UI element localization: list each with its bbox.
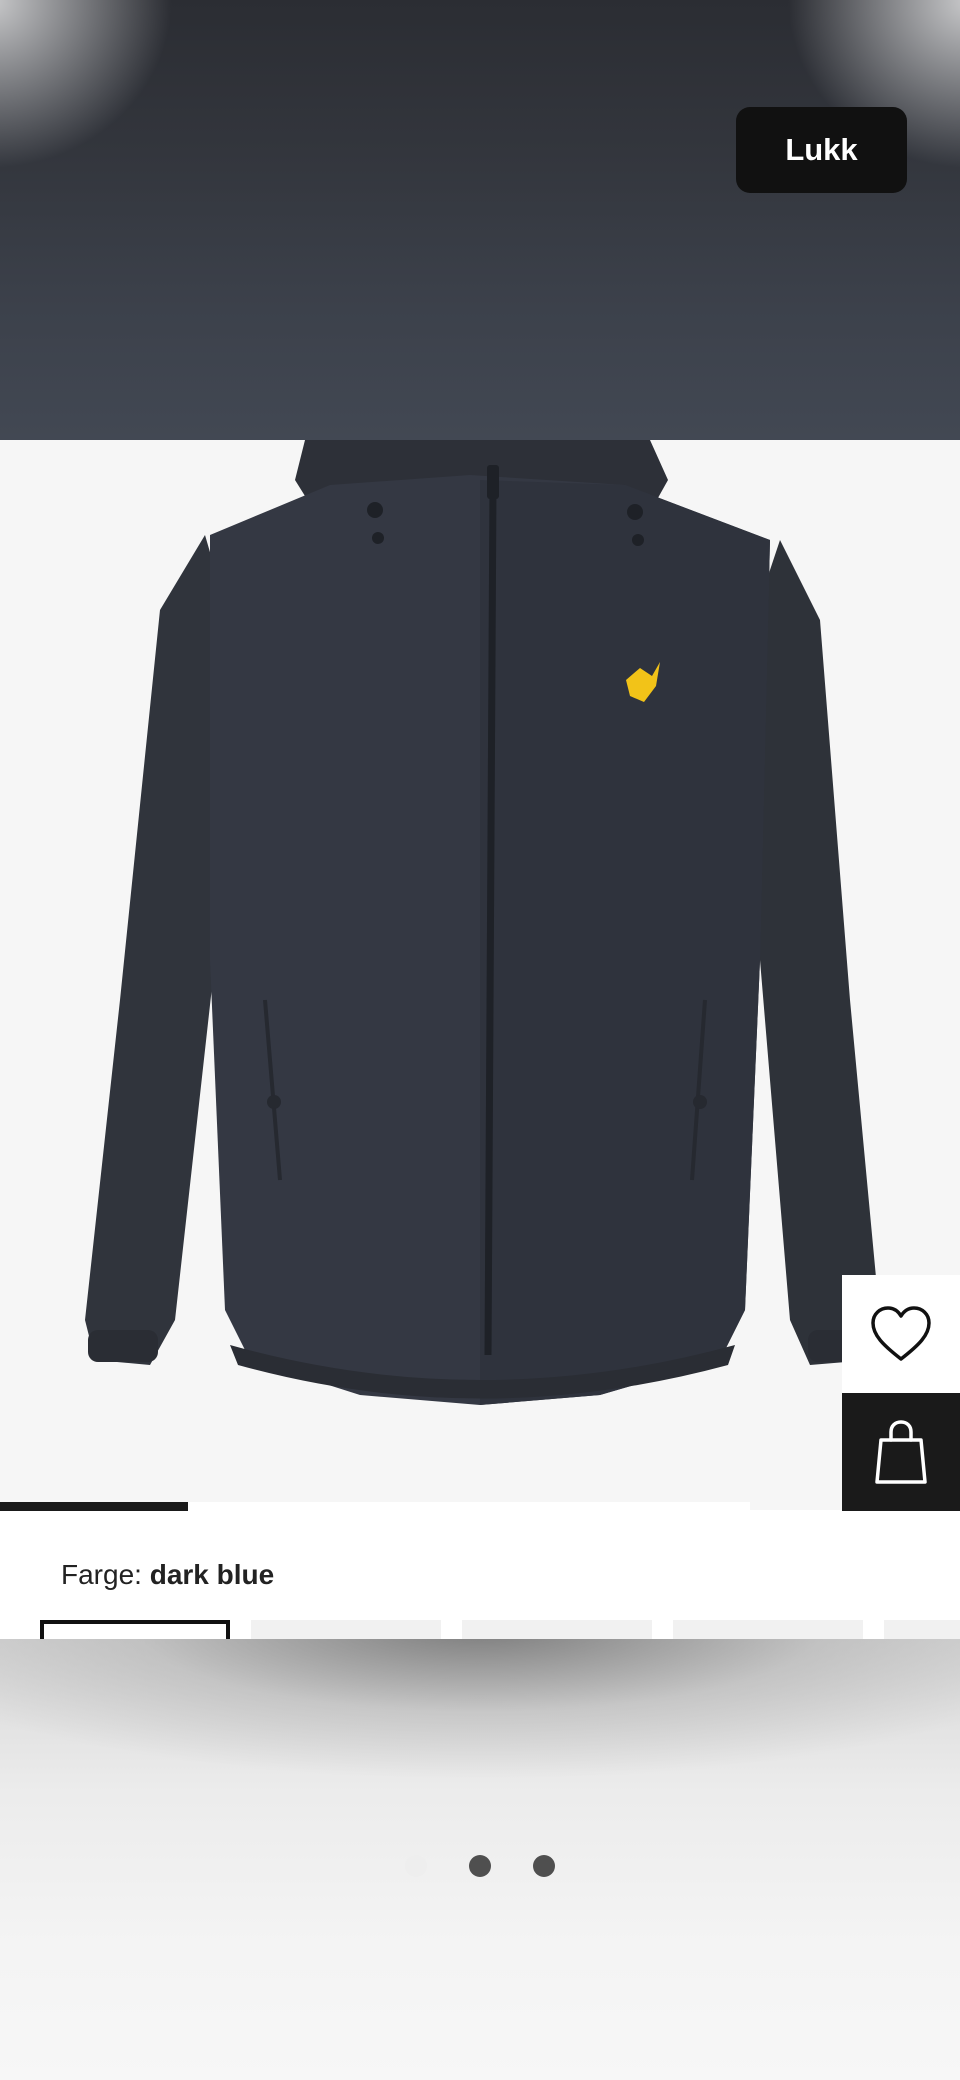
- color-swatch[interactable]: [673, 1620, 863, 1639]
- color-label: Farge:: [61, 1559, 142, 1590]
- product-info-panel: Farge: dark blue: [0, 1511, 960, 1639]
- color-swatch[interactable]: [251, 1620, 441, 1639]
- color-swatch-selected[interactable]: [40, 1620, 230, 1639]
- pager-dot-active[interactable]: [469, 1855, 491, 1877]
- pager-dot[interactable]: [405, 1855, 427, 1877]
- add-to-bag-button[interactable]: [842, 1393, 960, 1511]
- product-image[interactable]: [0, 440, 960, 1510]
- close-button-label: Lukk: [785, 132, 858, 167]
- shopping-bag-icon: [875, 1420, 927, 1484]
- jacket-illustration: [85, 440, 880, 1405]
- heart-outline-icon: [871, 1306, 931, 1361]
- color-row: Farge: dark blue: [61, 1559, 274, 1591]
- color-value: dark blue: [149, 1559, 275, 1590]
- close-button[interactable]: Lukk: [736, 107, 907, 193]
- wishlist-button[interactable]: [842, 1275, 960, 1393]
- pager-dot[interactable]: [533, 1855, 555, 1877]
- color-swatch[interactable]: [462, 1620, 652, 1639]
- screen: Lukk Farge: dark blue: [0, 0, 960, 2080]
- color-swatch[interactable]: [884, 1620, 960, 1639]
- image-progress-bar: [0, 1502, 750, 1511]
- blurred-background-top: [0, 0, 960, 440]
- image-progress-fill: [0, 1502, 188, 1511]
- carousel-pager: [0, 1855, 960, 1879]
